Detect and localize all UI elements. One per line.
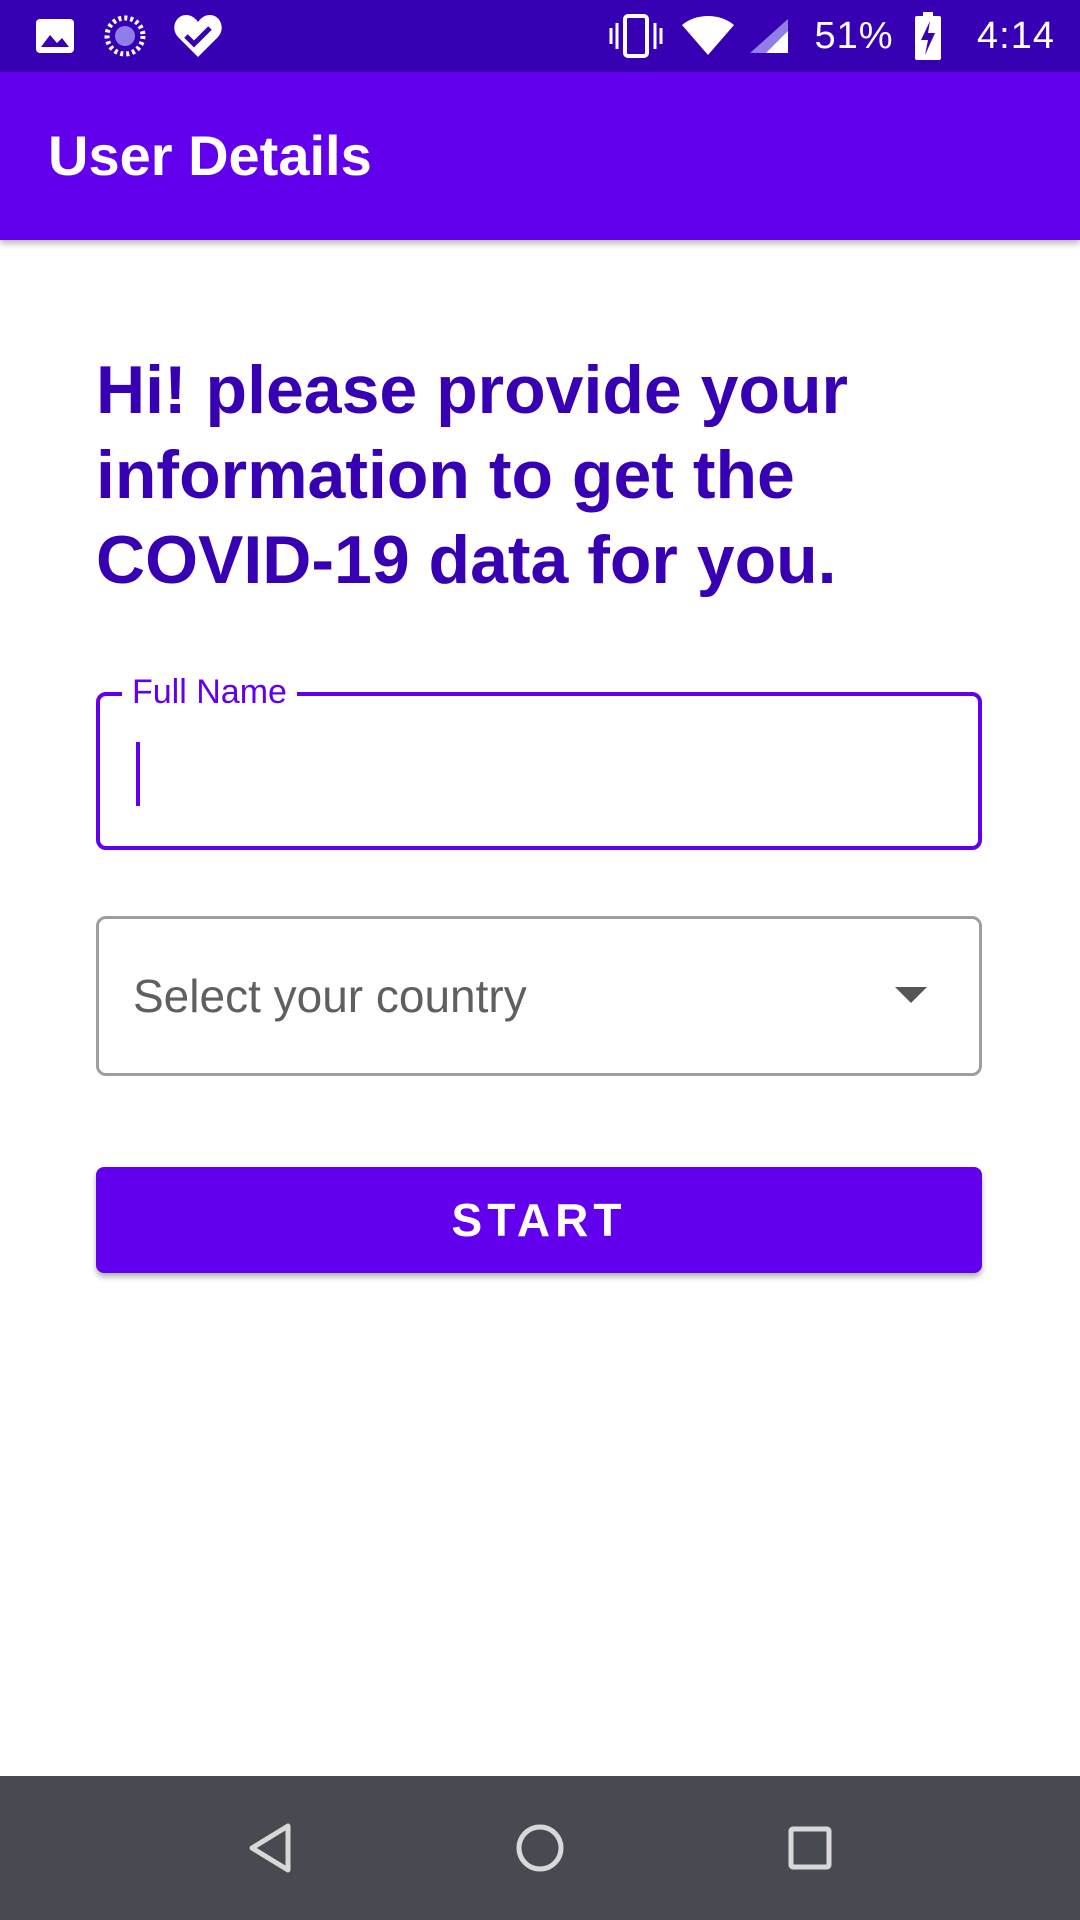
app-bar: User Details [0,72,1080,240]
full-name-field[interactable]: Full Name [96,670,982,850]
image-icon [30,0,80,72]
vibrate-icon [608,0,664,72]
battery-percent: 51% [814,14,894,57]
status-bar: 51% 4:14 [0,0,1080,72]
back-icon[interactable] [210,1776,330,1920]
start-button[interactable]: START [96,1167,982,1273]
loading-icon [100,0,150,72]
heart-check-icon [170,0,226,72]
dropdown-arrow-icon [895,987,927,1003]
battery-charging-icon [910,0,946,72]
country-placeholder: Select your country [133,970,527,1022]
navigation-bar [0,1776,1080,1920]
country-dropdown[interactable]: Select your country [96,916,982,1076]
text-cursor [136,742,140,806]
clock: 4:14 [977,14,1055,57]
full-name-input[interactable] [134,732,934,812]
signal-icon [746,0,792,72]
home-icon[interactable] [480,1776,600,1920]
recents-icon[interactable] [750,1776,870,1920]
intro-headline: Hi! please provide your information to g… [96,352,848,598]
wifi-icon [680,0,736,72]
app-title: User Details [48,124,372,187]
full-name-label: Full Name [122,670,297,714]
